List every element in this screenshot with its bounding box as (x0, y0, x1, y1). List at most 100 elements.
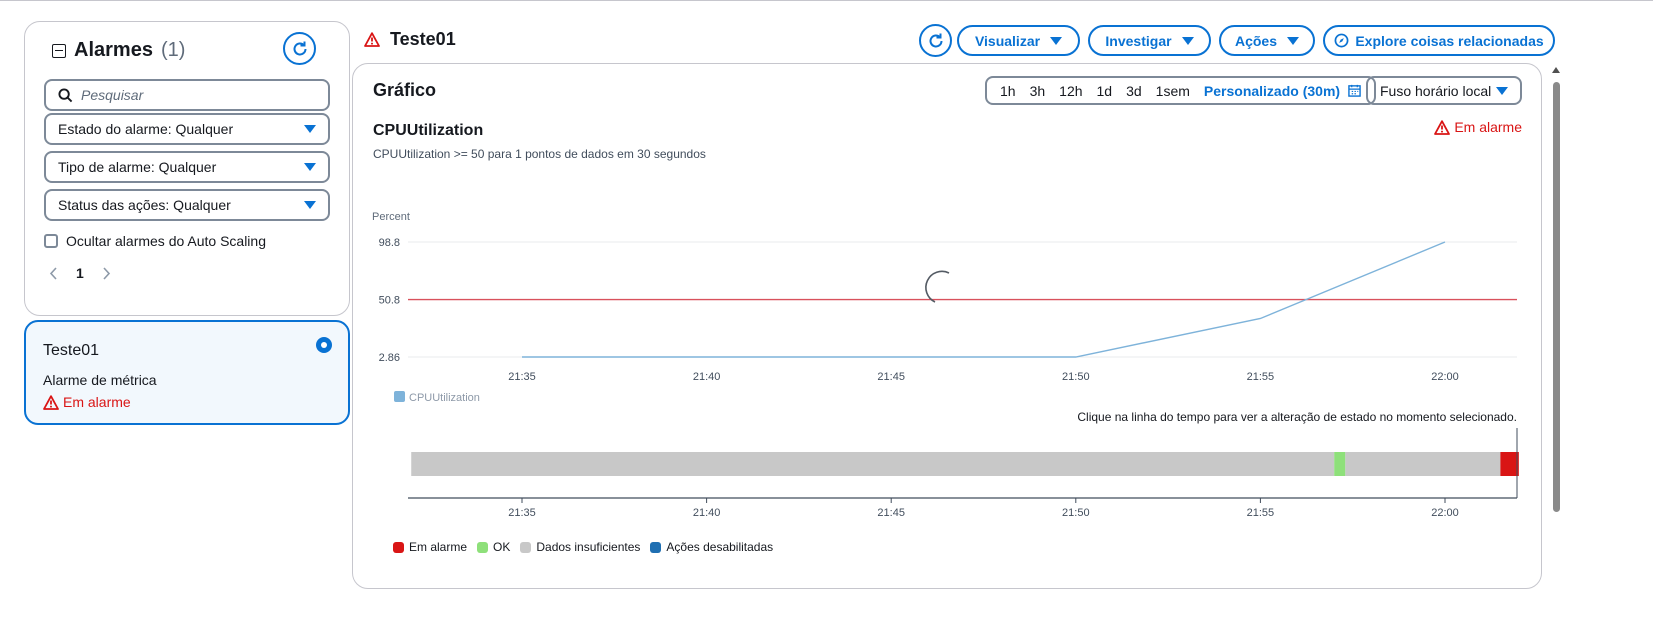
legend-label: Em alarme (409, 540, 468, 554)
scrollbar-thumb[interactable] (1553, 82, 1560, 512)
series-legend-label: CPUUtilization (409, 392, 480, 404)
search-icon (58, 87, 73, 102)
time-range-selector: 1h 3h 12h 1d 3d 1sem Personalizado (30m) (985, 76, 1377, 105)
refresh-alarms-button[interactable] (283, 32, 316, 65)
alarm-type-filter[interactable]: Tipo de alarme: Qualquer (44, 151, 330, 183)
alarm-type-filter-label: Tipo de alarme: Qualquer (58, 159, 217, 175)
range-12h[interactable]: 12h (1052, 83, 1089, 99)
timezone-select[interactable]: Fuso horário local (1366, 76, 1522, 105)
chevron-left-icon[interactable] (49, 266, 58, 280)
timeline-legend: Em alarme OK Dados insuficientes Ações d… (393, 540, 773, 554)
x-tick-label: 21:35 (508, 371, 536, 383)
investigate-button[interactable]: Investigar (1088, 25, 1211, 56)
actions-status-filter-label: Status das ações: Qualquer (58, 197, 231, 213)
x-tick-label: 21:55 (1247, 371, 1275, 383)
range-custom-label: Personalizado (30m) (1203, 82, 1341, 99)
legend-swatch (477, 541, 489, 553)
visualize-button[interactable]: Visualizar (957, 25, 1080, 56)
legend-item-ok: OK (477, 540, 510, 554)
timeline-tick-label: 21:35 (508, 507, 536, 519)
hide-autoscaling-checkbox[interactable] (44, 234, 58, 248)
top-divider (0, 0, 1653, 1)
caret-down-icon (1181, 36, 1194, 45)
range-3h[interactable]: 3h (1023, 83, 1053, 99)
detail-title: Teste01 (364, 29, 456, 50)
range-custom[interactable]: Personalizado (30m) (1197, 83, 1368, 99)
hide-autoscaling-label: Ocultar alarmes do Auto Scaling (66, 233, 266, 249)
timeline-segment (1334, 452, 1346, 476)
scroll-up-icon[interactable] (1551, 66, 1561, 74)
alarm-card-state-label: Em alarme (63, 394, 131, 410)
legend-item-disabled: Ações desabilitadas (650, 540, 773, 554)
legend-label: OK (493, 540, 511, 554)
alarm-card-state: Em alarme (43, 394, 131, 410)
actions-label: Ações (1234, 32, 1278, 49)
timezone-label: Fuso horário local (1380, 82, 1492, 99)
warning-icon (43, 394, 59, 410)
actions-button[interactable]: Ações (1219, 25, 1315, 56)
explore-related-label: Explore coisas relacionadas (1355, 32, 1544, 49)
legend-swatch (650, 541, 662, 553)
alarm-count: (1) (160, 39, 186, 61)
refresh-icon (293, 41, 306, 55)
caret-down-icon (1287, 36, 1300, 45)
state-badge-label: Em alarme (1454, 119, 1522, 135)
alarm-state-filter-label: Estado do alarme: Qualquer (58, 121, 234, 137)
calendar-icon (1348, 84, 1361, 97)
page-number[interactable]: 1 (76, 265, 84, 281)
series-legend-swatch (394, 391, 405, 402)
range-1h[interactable]: 1h (993, 83, 1023, 99)
timeline-segment (1345, 452, 1501, 476)
search-field[interactable] (44, 79, 330, 111)
legend-item-alarm: Em alarme (393, 540, 467, 554)
state-badge: Em alarme (1434, 119, 1522, 135)
collapse-icon[interactable] (52, 43, 66, 58)
range-1sem[interactable]: 1sem (1149, 83, 1197, 99)
legend-label: Dados insuficientes (536, 540, 641, 554)
refresh-detail-button[interactable] (919, 24, 952, 57)
alarm-card-type: Alarme de métrica (43, 372, 157, 388)
timeline-tick-label: 21:45 (877, 507, 905, 519)
alarm-card[interactable]: Teste01 Alarme de métrica Em alarme (24, 320, 350, 425)
chevron-right-icon[interactable] (102, 266, 111, 280)
caret-down-icon (1496, 86, 1508, 95)
alarm-state-filter[interactable]: Estado do alarme: Qualquer (44, 113, 330, 145)
y-axis-label: Percent (372, 211, 410, 223)
compass-icon (1334, 33, 1349, 48)
timeline-tick-label: 21:40 (693, 507, 721, 519)
pagination: 1 (49, 265, 111, 281)
legend-swatch (393, 541, 404, 553)
x-tick-label: 21:40 (693, 371, 721, 383)
timeline-tick-label: 22:00 (1431, 507, 1459, 519)
timeline-segment (1500, 452, 1519, 476)
caret-down-icon (304, 163, 316, 171)
metric-description: CPUUtilization >= 50 para 1 pontos de da… (373, 147, 706, 161)
range-1d[interactable]: 1d (1090, 83, 1120, 99)
panel-title: Alarmes (74, 39, 153, 61)
explore-related-button[interactable]: Explore coisas relacionadas (1323, 25, 1555, 56)
timeline-tick-label: 21:55 (1247, 507, 1275, 519)
actions-status-filter[interactable]: Status das ações: Qualquer (44, 189, 330, 221)
y-tick-label: 2.86 (379, 352, 400, 364)
search-input[interactable] (81, 87, 301, 103)
timeline-tick-label: 21:50 (1062, 507, 1090, 519)
graph-heading: Gráfico (373, 80, 437, 100)
alarms-panel: Alarmes (1) Estado do alarme: Qualquer T… (24, 21, 350, 316)
investigate-label: Investigar (1105, 32, 1172, 49)
caret-down-icon (1050, 36, 1063, 45)
y-tick-label: 50.8 (379, 295, 400, 307)
detail-title-text: Teste01 (390, 29, 456, 49)
cpu-chart: Percent 98.8 50.8 2.86 21:35 21:40 21:45 21:50 2… (372, 211, 1519, 519)
refresh-icon (929, 33, 942, 47)
legend-swatch (520, 541, 532, 553)
x-tick-label: 22:00 (1431, 371, 1459, 383)
x-tick-label: 21:45 (877, 371, 905, 383)
caret-down-icon (304, 201, 316, 209)
timeline-segment (411, 452, 1335, 476)
y-tick-label: 98.8 (379, 237, 400, 249)
legend-item-insufficient: Dados insuficientes (520, 540, 640, 554)
alarm-card-radio[interactable] (316, 337, 332, 353)
loading-spinner-icon (925, 270, 950, 303)
range-3d[interactable]: 3d (1119, 83, 1149, 99)
legend-label: Ações desabilitadas (666, 540, 774, 554)
